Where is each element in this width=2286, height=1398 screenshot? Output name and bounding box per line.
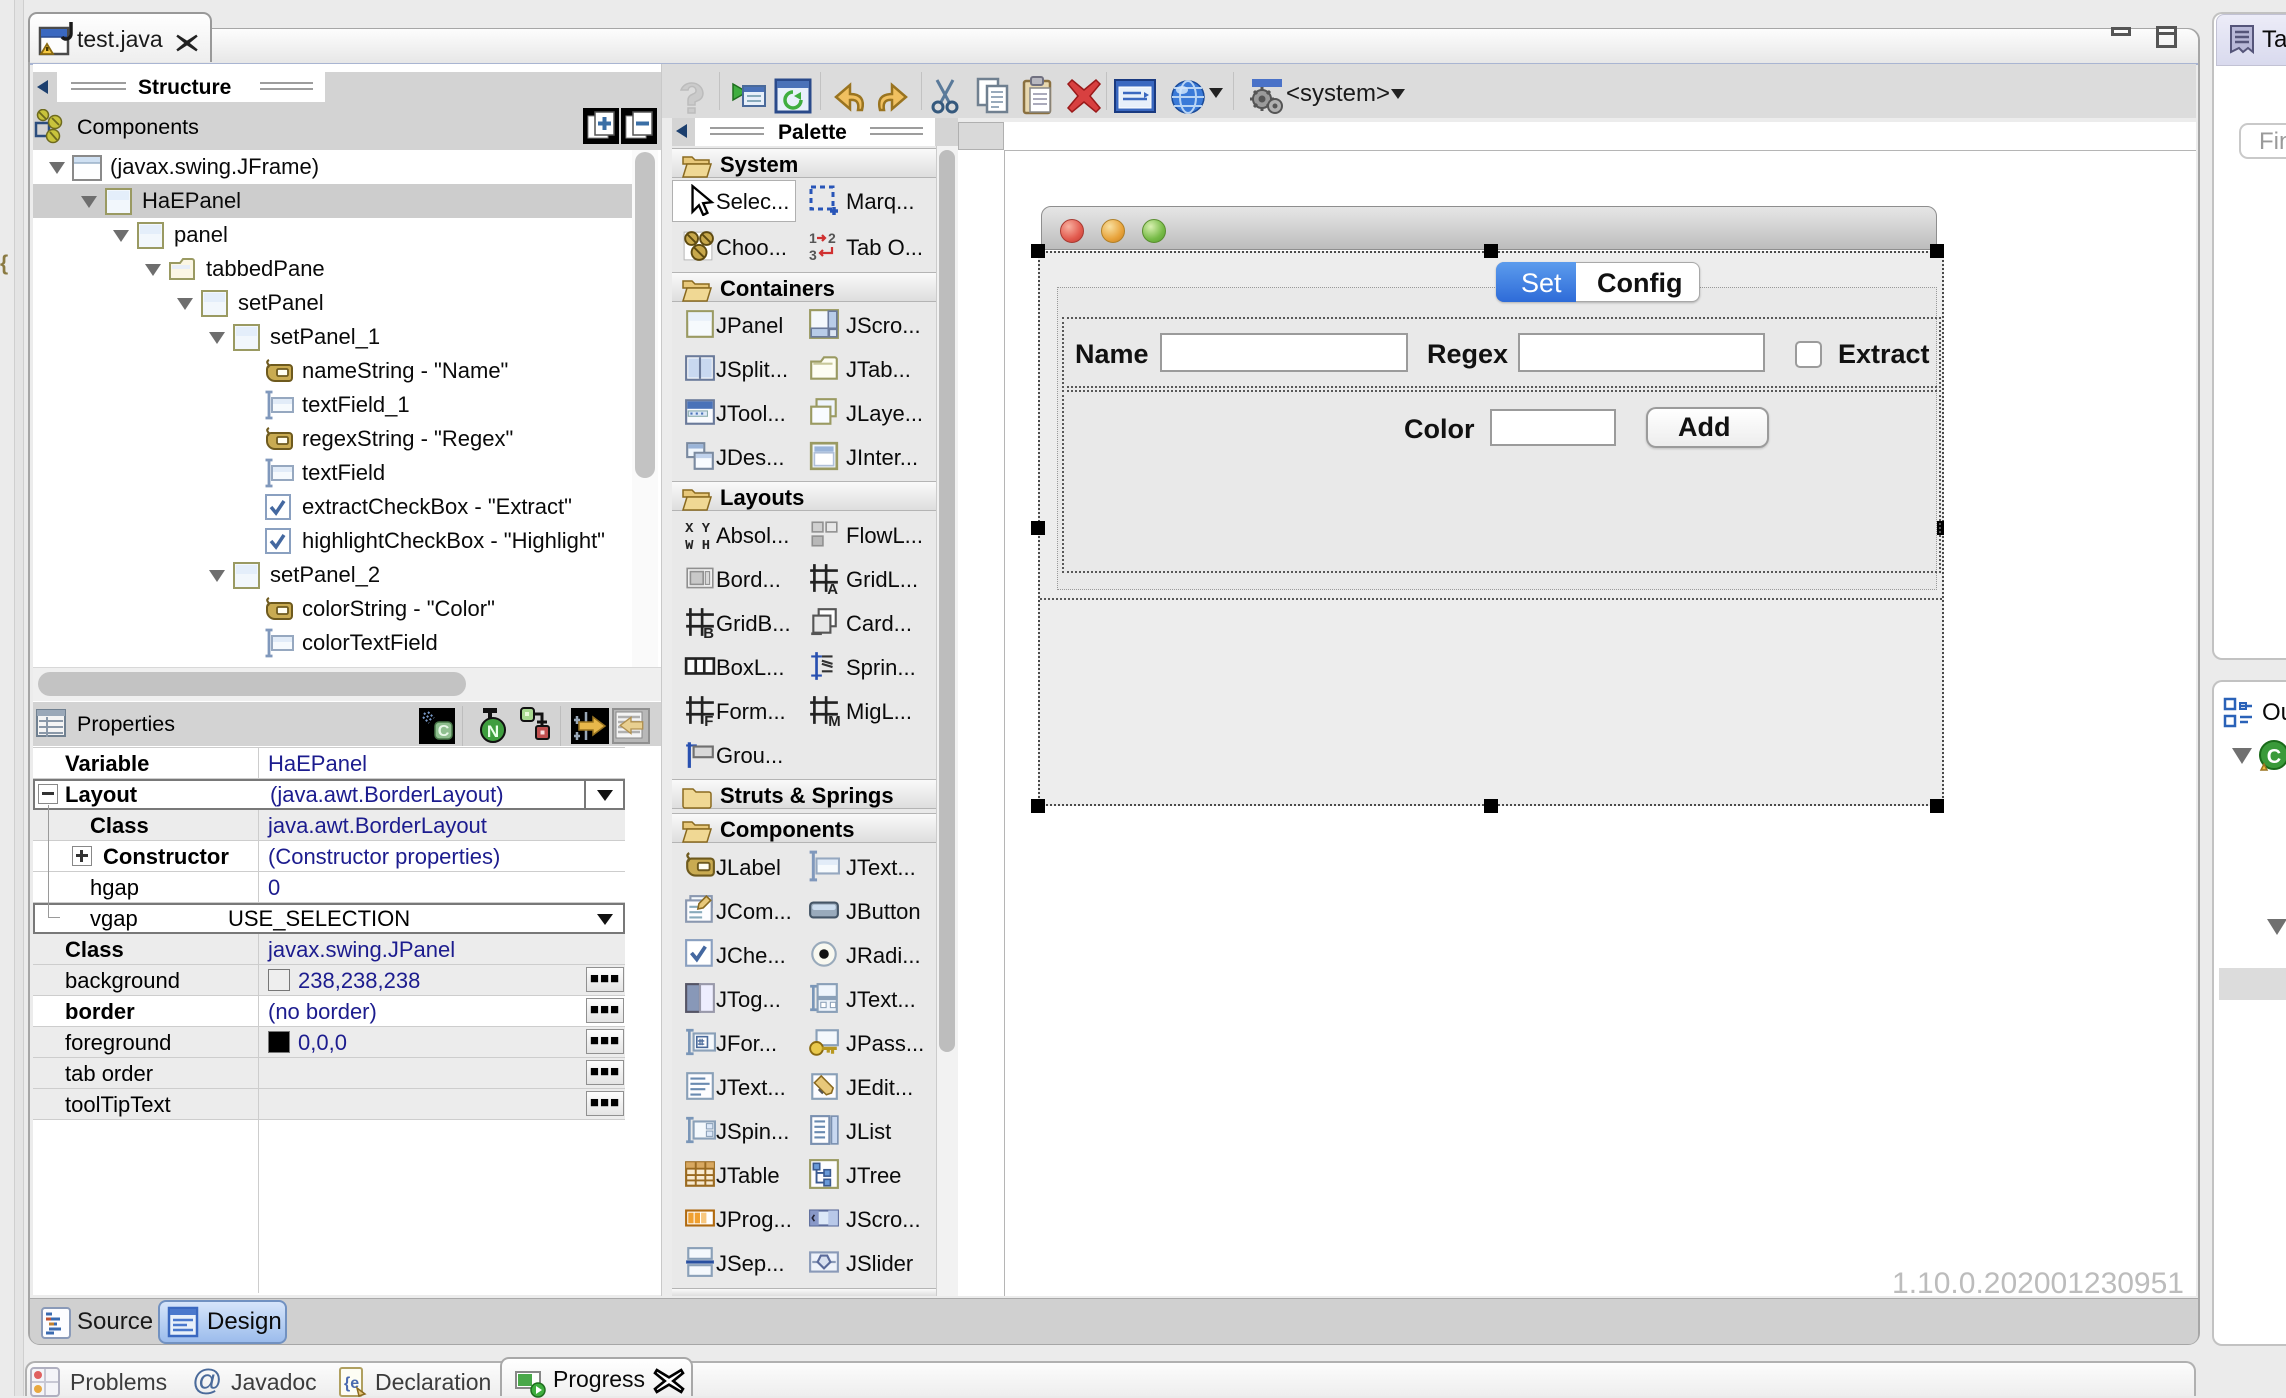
svg-text:A: A	[827, 581, 838, 594]
svg-text:B: B	[703, 625, 714, 638]
svg-text:C: C	[2267, 746, 2281, 768]
svg-text:N: N	[487, 722, 499, 741]
svg-text:C: C	[438, 723, 450, 740]
